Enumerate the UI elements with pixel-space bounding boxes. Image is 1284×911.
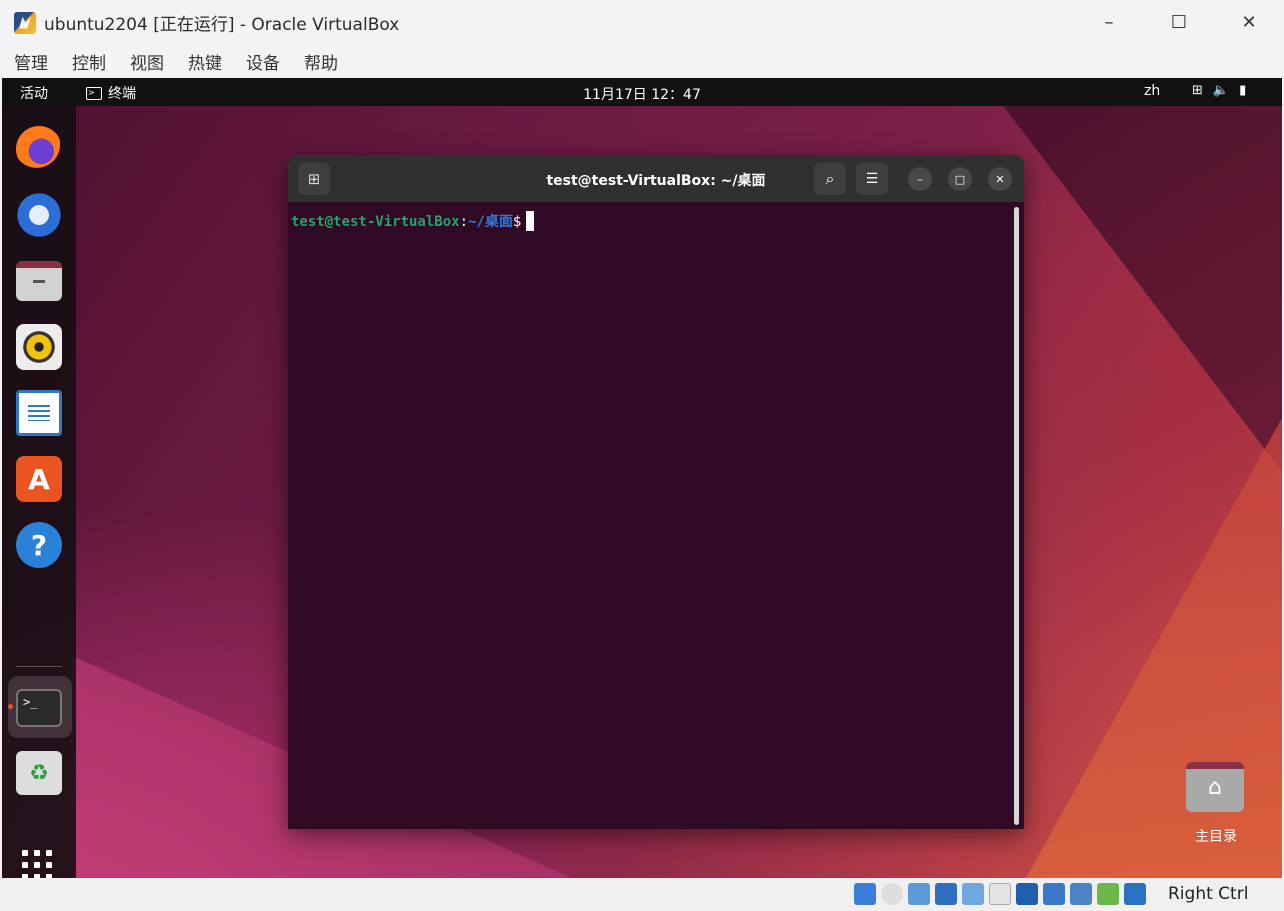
gnome-topbar: 活动 > 终端 11月17日 12：47 zh ⊞ 🔈 ▮	[2, 78, 1282, 106]
minimize-button[interactable]: –	[1074, 0, 1144, 45]
terminal-content[interactable]: test@test-VirtualBox:~/桌面$	[288, 202, 1024, 829]
shared-folders-icon[interactable]	[989, 883, 1011, 905]
host-menubar: 管理 控制 视图 热键 设备 帮助	[0, 45, 1284, 78]
maximize-button[interactable]: ☐	[1144, 0, 1214, 45]
clock-button[interactable]: 11月17日 12：47	[583, 87, 701, 103]
network-adapter-icon[interactable]	[935, 883, 957, 905]
home-folder-label: 主目录	[1195, 829, 1237, 845]
prompt-colon: :	[459, 214, 469, 230]
rhythmbox-icon[interactable]	[16, 324, 62, 370]
menu-view[interactable]: 视图	[130, 49, 164, 74]
firefox-icon[interactable]	[16, 126, 62, 172]
audio-icon[interactable]	[908, 883, 930, 905]
virtualbox-app-icon	[14, 11, 36, 34]
vt-x-icon[interactable]	[1070, 883, 1092, 905]
display-icon[interactable]	[1016, 883, 1038, 905]
terminal-close-button[interactable]: ✕	[988, 167, 1012, 191]
dock-separator	[16, 666, 62, 667]
terminal-icon: >	[86, 86, 102, 100]
prompt-symbol: $	[512, 214, 522, 230]
close-button[interactable]: ✕	[1214, 0, 1284, 45]
new-tab-button[interactable]: ⊞	[298, 163, 330, 195]
guest-additions-icon[interactable]	[1097, 883, 1119, 905]
host-key-label: Right Ctrl	[1168, 884, 1249, 904]
trash-icon[interactable]: ♻	[16, 751, 62, 795]
system-status-menu[interactable]: ⊞ 🔈 ▮	[1192, 83, 1246, 98]
dock: A ? >_ ♻	[2, 106, 76, 878]
battery-icon: ▮	[1239, 83, 1247, 98]
host-statusbar: Right Ctrl	[0, 878, 1284, 911]
activities-button[interactable]: 活动	[20, 83, 48, 103]
host-titlebar: ubuntu2204 [正在运行] - Oracle VirtualBox – …	[0, 0, 1284, 45]
menu-hotkeys[interactable]: 热键	[188, 49, 222, 74]
help-icon[interactable]: ?	[16, 522, 62, 568]
running-indicator	[8, 704, 13, 709]
thunderbird-icon[interactable]	[16, 192, 62, 238]
text-cursor	[526, 211, 535, 231]
search-icon: ⌕	[825, 169, 835, 188]
libreoffice-writer-icon[interactable]	[16, 390, 62, 436]
terminal-headerbar[interactable]: ⊞ test@test-VirtualBox: ~/桌面 ⌕ ☰ – □ ✕	[288, 155, 1024, 202]
network-icon: ⊞	[1192, 83, 1203, 98]
terminal-scrollbar[interactable]	[1014, 207, 1019, 825]
home-folder-icon[interactable]: ⌂	[1186, 762, 1244, 812]
menu-devices[interactable]: 设备	[246, 49, 280, 74]
hamburger-menu-button[interactable]: ☰	[856, 163, 888, 195]
terminal-minimize-button[interactable]: –	[908, 167, 932, 191]
menu-manage[interactable]: 管理	[14, 49, 48, 74]
usb-icon[interactable]	[962, 883, 984, 905]
host-window-title: ubuntu2204 [正在运行] - Oracle VirtualBox	[44, 15, 400, 35]
terminal-icon[interactable]: >_	[16, 689, 62, 727]
guest-display[interactable]: 活动 > 终端 11月17日 12：47 zh ⊞ 🔈 ▮ A ? >_ ♻ ⊞…	[2, 78, 1282, 878]
app-center-icon[interactable]: A	[16, 456, 62, 502]
menu-control[interactable]: 控制	[72, 49, 106, 74]
prompt-path: ~/桌面	[468, 214, 513, 230]
recording-icon[interactable]	[1043, 883, 1065, 905]
optical-drive-icon[interactable]	[881, 883, 903, 905]
app-menu-label: 终端	[108, 86, 136, 102]
device-indicators	[854, 883, 1146, 905]
files-icon[interactable]	[16, 261, 62, 301]
search-button[interactable]: ⌕	[814, 163, 846, 195]
volume-icon: 🔈	[1212, 83, 1230, 98]
prompt-user: test@test-VirtualBox	[291, 214, 460, 230]
harddisk-icon[interactable]	[854, 883, 876, 905]
menu-help[interactable]: 帮助	[304, 49, 338, 74]
mouse-integration-icon[interactable]	[1124, 883, 1146, 905]
terminal-window: ⊞ test@test-VirtualBox: ~/桌面 ⌕ ☰ – □ ✕ t…	[288, 155, 1024, 829]
show-apps-icon[interactable]	[22, 850, 56, 878]
input-language-indicator[interactable]: zh	[1144, 83, 1160, 99]
app-menu-button[interactable]: > 终端	[86, 83, 136, 103]
terminal-maximize-button[interactable]: □	[948, 167, 972, 191]
host-window-controls: – ☐ ✕	[1074, 0, 1284, 45]
menu-icon: ☰	[865, 171, 879, 187]
clock-wrapper: 11月17日 12：47	[2, 84, 1282, 104]
